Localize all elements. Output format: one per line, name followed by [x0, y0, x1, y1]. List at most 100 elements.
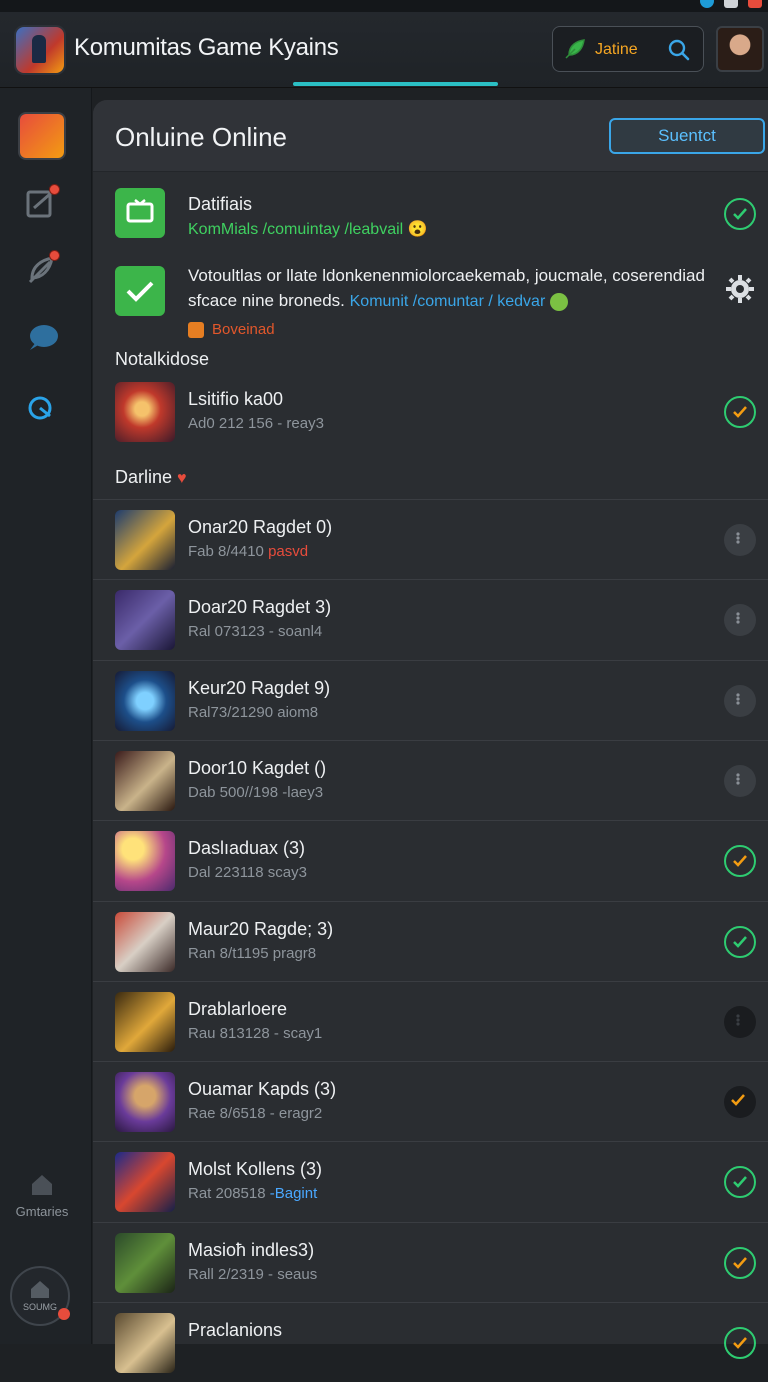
check-circle-icon[interactable] [724, 925, 756, 958]
notification-badge [49, 184, 60, 195]
search-input[interactable]: Jatine [595, 41, 638, 59]
game-row[interactable]: Daslıaduax (3) Dal 223118 scay3 [93, 820, 768, 900]
game-row[interactable]: Maur20 Ragde; 3) Ran 8/t1195 pragr8 [93, 900, 768, 981]
featured-game-row[interactable]: Lsitifio ka00 Ad0 212 156 - reay3 [93, 372, 768, 452]
game-subtitle: Rae 8/6518 - eragr2 [188, 1105, 323, 1123]
game-row[interactable]: Drablarloere Rau 813128 - scay1 [93, 980, 768, 1061]
game-subtitle: Rall 2/2319 - seaus [188, 1265, 318, 1283]
notification-tag: Boveinad [188, 321, 275, 339]
check-circle-icon[interactable] [724, 198, 756, 230]
surprised-emoji: 😮 [407, 221, 428, 238]
game-row[interactable]: Door10 Kagdet () Dab 500//198 -laey3 [93, 739, 768, 820]
select-button[interactable]: Suentct [609, 118, 765, 154]
game-thumbnail [115, 1072, 175, 1133]
game-subtitle: Ral73/21290 aiom8 [188, 703, 319, 721]
notification-item[interactable]: Datifiais KomMials /comuintay /leabvail … [93, 172, 768, 252]
game-row[interactable]: Keur20 Ragdet 9) Ral73/21290 aiom8 [93, 659, 768, 740]
check-circle-icon[interactable] [724, 1246, 756, 1279]
home-icon[interactable] [28, 1170, 56, 1198]
community-link[interactable]: Komunit /comuntar / kedvar [350, 293, 546, 310]
check-circle-icon[interactable] [724, 1327, 756, 1359]
sidebar-item-search[interactable] [20, 386, 64, 430]
more-options-icon[interactable] [724, 764, 756, 797]
game-subtitle: Ral 073123 - soanl4 [188, 623, 323, 641]
game-status-tag: -Bagint [269, 1185, 318, 1203]
top-bar: Komumitas Game Kyains Jatine [0, 12, 768, 88]
panel-title: Onluine Online [115, 122, 287, 152]
house-icon [31, 1281, 49, 1298]
more-options-icon[interactable] [724, 604, 756, 637]
panel-header: Onluine Online Suentct [93, 100, 768, 172]
leaf-icon [565, 39, 585, 59]
game-thumbnail [115, 670, 175, 731]
game-thumbnail [115, 590, 175, 651]
game-thumbnail [115, 991, 175, 1052]
notification-item[interactable]: Votoultlas or llate ldonkenenmiolorcaeke… [93, 252, 768, 352]
game-row[interactable]: Molst Kollens (3) Rat 208518 -Bagint [93, 1141, 768, 1221]
game-subtitle: Dab 500//198 -laey3 [188, 783, 324, 801]
battery-icon [748, 0, 762, 8]
game-title: Daslıaduax (3) [188, 838, 306, 859]
game-title: Doar20 Ragdet 3) [188, 597, 332, 618]
game-title: Onar20 Ragdet 0) [188, 517, 333, 537]
app-title: Komumitas Game Kyains [74, 34, 339, 61]
game-title: Masioħ indles3) [188, 1239, 315, 1260]
game-row[interactable]: Onar20 Ragdet 0) Fab 8/4410 pasvd [93, 499, 768, 579]
notification-badge [49, 250, 60, 261]
more-options-icon[interactable] [724, 1005, 756, 1038]
gear-icon[interactable] [723, 272, 757, 306]
game-thumbnail [115, 911, 175, 972]
game-thumbnail [115, 382, 175, 442]
game-thumbnail [115, 510, 175, 570]
game-subtitle: Rat 208518 -Bagint [188, 1185, 318, 1203]
game-row[interactable]: Doar20 Ragdet 3) Ral 073123 - soanl4 [93, 579, 768, 659]
game-title: Praclanions [188, 1320, 283, 1340]
sidebar-item-chat[interactable] [20, 316, 64, 360]
sidebar-item-news[interactable] [20, 182, 64, 226]
sidebar-bottom-label: Gmtaries [15, 1204, 69, 1219]
check-circle-icon[interactable] [724, 1086, 756, 1119]
leaf-badge-icon [550, 292, 568, 311]
check-circle-icon[interactable] [724, 845, 756, 878]
game-thumbnail [115, 1232, 175, 1293]
game-title: Keur20 Ragdet 9) [188, 677, 331, 698]
status-bar [0, 0, 768, 12]
notification-title: Votoultlas or llate ldonkenenmiolorcaeke… [188, 266, 705, 285]
search-icon[interactable] [667, 38, 691, 62]
game-thumbnail [115, 1313, 175, 1373]
app-logo[interactable] [16, 27, 64, 73]
game-subtitle: Fab 8/4410 pasvd [188, 543, 309, 560]
check-circle-icon[interactable] [724, 1166, 756, 1199]
game-subtitle: Ran 8/t1195 pragr8 [188, 944, 317, 962]
sidebar: Gmtaries SOUMG [0, 88, 92, 1344]
game-title: Maur20 Ragde; 3) [188, 918, 334, 939]
game-title: Drablarloere [188, 998, 288, 1019]
notification-badge [58, 1308, 70, 1320]
game-subtitle: Rau 813128 - scay1 [188, 1024, 323, 1042]
profile-home-button[interactable]: SOUMG [10, 1266, 70, 1326]
game-thumbnail [115, 831, 175, 892]
notification-link[interactable]: KomMials /comuintay /leabvail [188, 221, 403, 238]
game-row[interactable]: Praclanions [93, 1302, 768, 1382]
notification-subtitle: KomMials /comuintay /leabvail 😮 [188, 219, 428, 239]
more-options-icon[interactable] [724, 524, 756, 556]
game-subtitle: Ad0 212 156 - reay3 [188, 415, 324, 432]
search-box[interactable]: Jatine [552, 26, 704, 72]
checkmark-icon [115, 266, 165, 316]
main-panel: Onluine Online Suentct Datifiais KomMial… [93, 100, 768, 1373]
sidebar-item-games[interactable] [20, 114, 64, 158]
target-search-icon [28, 396, 52, 420]
check-circle-icon[interactable] [724, 396, 756, 428]
signal-icon [724, 0, 738, 8]
fire-icon [188, 322, 204, 339]
sidebar-item-community[interactable] [20, 248, 64, 292]
user-avatar[interactable] [716, 26, 764, 72]
game-title: Ouamar Kapds (3) [188, 1079, 337, 1100]
game-title: Lsitifio ka00 [188, 389, 284, 409]
notification-title: Datifiais [188, 194, 253, 214]
game-status-tag: pasvd [268, 543, 309, 560]
more-options-icon[interactable] [724, 684, 756, 717]
game-row[interactable]: Ouamar Kapds (3) Rae 8/6518 - eragr2 [93, 1061, 768, 1141]
game-row[interactable]: Masioħ indles3) Rall 2/2319 - seaus [93, 1221, 768, 1302]
section-heading: Notalkidose [115, 349, 210, 369]
